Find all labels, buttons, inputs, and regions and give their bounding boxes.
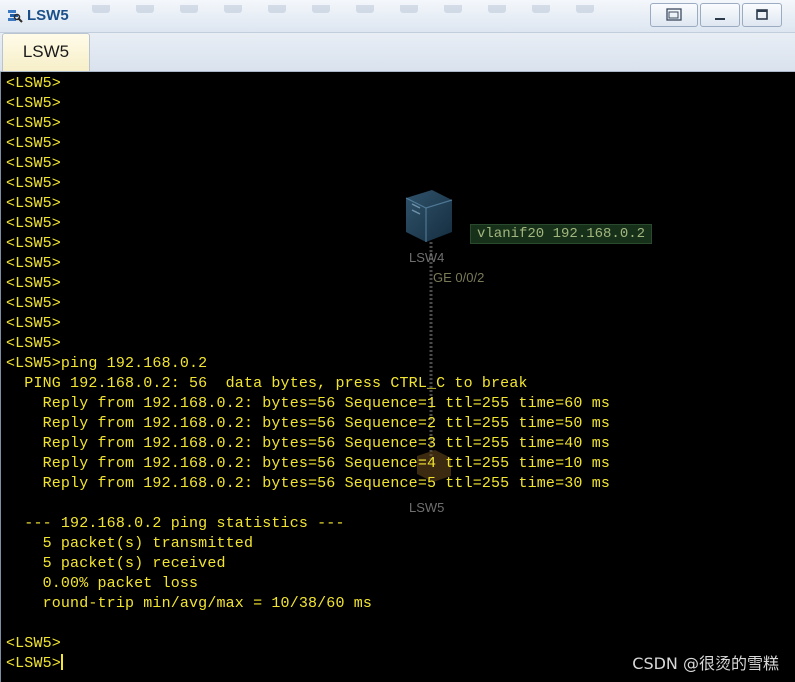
terminal-line: PING 192.168.0.2: 56 data bytes, press C…	[6, 375, 528, 392]
terminal-line: Reply from 192.168.0.2: bytes=56 Sequenc…	[6, 455, 610, 472]
terminal-line: <LSW5>	[6, 215, 61, 232]
terminal-line: <LSW5>	[6, 335, 61, 352]
ensp-switch-icon	[6, 7, 24, 25]
maximize-button[interactable]	[742, 3, 782, 27]
terminal-line: <LSW5>	[6, 95, 61, 112]
terminal-line: <LSW5>	[6, 654, 63, 672]
terminal-line: <LSW5>	[6, 275, 61, 292]
terminal-line: <LSW5>	[6, 635, 61, 652]
minimize-icon	[715, 18, 725, 20]
terminal-line: <LSW5>	[6, 175, 61, 192]
terminal-line: round-trip min/avg/max = 10/38/60 ms	[6, 595, 373, 612]
terminal-console[interactable]: LSW4 GE 0/0/2 vlanif20 192.168.0.2 LSW5 …	[0, 72, 795, 682]
terminal-window: LSW5 LSW5 LSW4 GE 0/0/2 vlanif20 192.168…	[0, 0, 795, 682]
terminal-line: <LSW5>	[6, 255, 61, 272]
minimize-button[interactable]	[700, 3, 740, 27]
terminal-output: <LSW5> <LSW5> <LSW5> <LSW5> <LSW5> <LSW5> <LSW…	[6, 74, 610, 674]
terminal-line: <LSW5>	[6, 295, 61, 312]
terminal-line: <LSW5>	[6, 315, 61, 332]
maximize-icon	[756, 9, 768, 20]
title-bar[interactable]: LSW5	[0, 0, 795, 33]
terminal-line: Reply from 192.168.0.2: bytes=56 Sequenc…	[6, 435, 610, 452]
terminal-line: 0.00% packet loss	[6, 575, 199, 592]
restore-icon	[666, 8, 682, 21]
terminal-line: <LSW5>	[6, 155, 61, 172]
terminal-line: <LSW5>	[6, 75, 61, 92]
terminal-line: <LSW5>	[6, 235, 61, 252]
tab-strip: LSW5	[0, 33, 795, 72]
terminal-line: <LSW5>	[6, 195, 61, 212]
terminal-line: Reply from 192.168.0.2: bytes=56 Sequenc…	[6, 415, 610, 432]
terminal-line: <LSW5>	[6, 135, 61, 152]
terminal-line: <LSW5>ping 192.168.0.2	[6, 355, 208, 372]
terminal-line: Reply from 192.168.0.2: bytes=56 Sequenc…	[6, 475, 610, 492]
restore-button[interactable]	[650, 3, 698, 27]
terminal-line: --- 192.168.0.2 ping statistics ---	[6, 515, 345, 532]
watermark-text: CSDN @很烫的雪糕	[632, 654, 779, 673]
window-title: LSW5	[27, 7, 69, 24]
text-cursor	[60, 654, 63, 670]
faded-toolbar	[92, 0, 642, 13]
terminal-line: Reply from 192.168.0.2: bytes=56 Sequenc…	[6, 395, 610, 412]
terminal-line: 5 packet(s) received	[6, 555, 226, 572]
terminal-line: <LSW5>	[6, 115, 61, 132]
terminal-line: 5 packet(s) transmitted	[6, 535, 254, 552]
tab-lsw5[interactable]: LSW5	[2, 33, 90, 71]
